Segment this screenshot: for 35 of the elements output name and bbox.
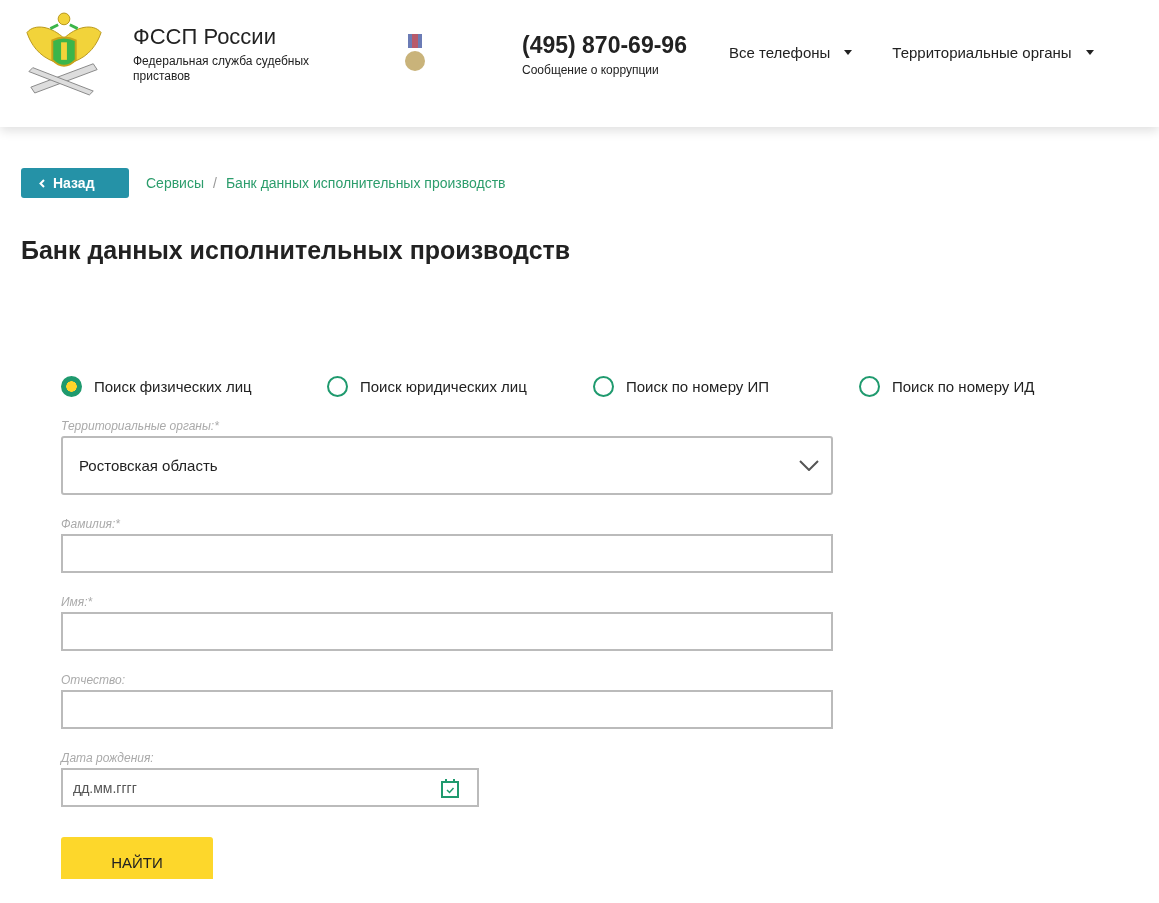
field-label: Имя:* <box>61 595 94 609</box>
caret-icon <box>1085 50 1094 55</box>
radio-indicator[interactable] <box>61 376 82 397</box>
field-label: Дата рождения: <box>61 751 155 765</box>
chevron-down-icon <box>799 460 819 471</box>
search-type-radio[interactable]: Поиск юридических лиц <box>327 376 593 397</box>
search-type-radio[interactable]: Поиск физических лиц <box>61 376 327 397</box>
search-type-radio[interactable]: Поиск по номеру ИП <box>593 376 859 397</box>
nav-dropdown[interactable]: Все телефоны <box>728 44 853 61</box>
input-field[interactable] <box>61 690 833 729</box>
field-label: Отчество: <box>61 673 127 687</box>
search-button[interactable]: НАЙТИ <box>61 837 213 879</box>
org-name: ФССП России <box>133 24 277 50</box>
back-button[interactable]: Назад <box>21 168 129 198</box>
phone-number[interactable]: (495) 870-69-96 <box>522 32 687 59</box>
caret-icon <box>844 50 853 55</box>
chevron-left-icon <box>39 178 45 188</box>
field-label: Фамилия:* <box>61 517 121 531</box>
radio-indicator[interactable] <box>859 376 880 397</box>
org-subtitle: Федеральная служба судебных приставов <box>133 54 311 84</box>
breadcrumb-separator: / <box>213 175 217 191</box>
radio-indicator[interactable] <box>327 376 348 397</box>
eagle-emblem-icon <box>25 10 103 98</box>
date-field[interactable]: дд.мм.гггг <box>61 768 479 807</box>
input-field[interactable] <box>61 534 833 573</box>
input-field[interactable] <box>61 612 833 651</box>
page-title: Банк данных исполнительных производств <box>21 236 572 265</box>
field-label: Территориальные органы:* <box>61 419 220 433</box>
calendar-icon <box>441 778 459 798</box>
search-type-radio[interactable]: Поиск по номеру ИД <box>859 376 1125 397</box>
medal-icon <box>405 34 425 72</box>
region-select[interactable]: Ростовская область <box>61 436 833 495</box>
radio-indicator[interactable] <box>593 376 614 397</box>
nav-dropdown[interactable]: Территориальные органы <box>892 44 1094 61</box>
corruption-report-link[interactable]: Сообщение о коррупции <box>522 63 687 77</box>
